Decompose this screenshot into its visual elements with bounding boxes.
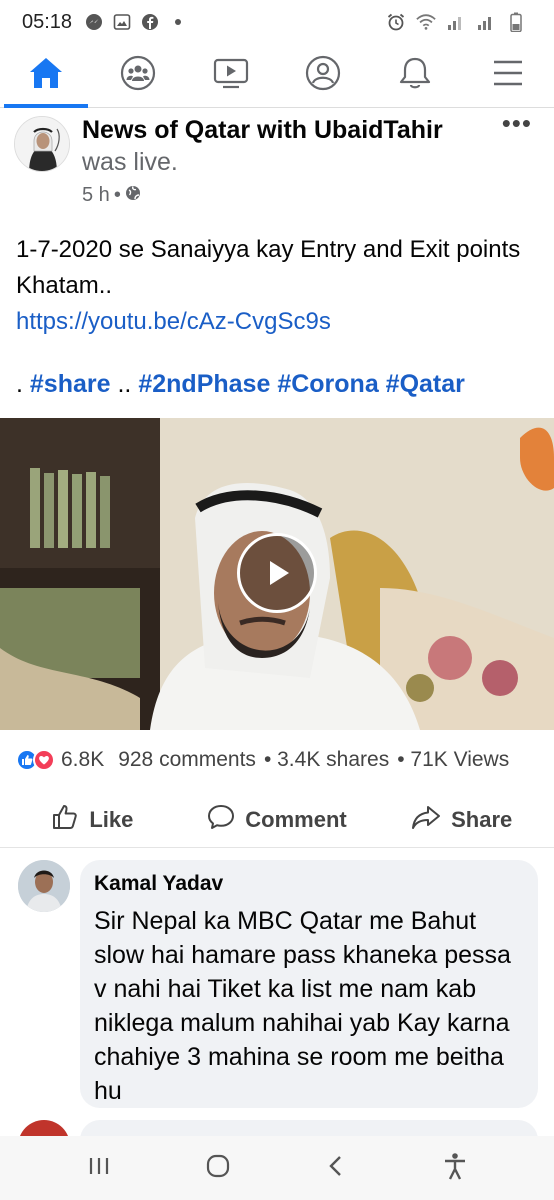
system-nav-bar [0,1136,554,1200]
tab-menu[interactable] [462,44,554,107]
profile-icon [305,55,341,96]
post-hashtags: . #share .. #2ndPhase #Corona #Qatar [16,370,465,399]
play-button[interactable] [237,533,317,613]
comment-text: Sir Nepal ka MBC Qatar me Bahut slow hai… [94,907,511,1105]
accessibility-icon [442,1152,468,1185]
post-header: News of Qatar with UbaidTahir was live. … [0,108,554,218]
like-label: Like [89,806,134,832]
like-button[interactable]: Like [0,792,185,847]
post-text: 1-7-2020 se Sanaiyya kay Entry and Exit … [16,236,521,299]
commenter-avatar[interactable] [18,860,70,912]
accessibility-button[interactable] [435,1148,475,1188]
shares-count[interactable]: • 3.4K shares [264,748,389,772]
watch-icon [213,56,249,95]
recents-icon [87,1155,111,1182]
page-avatar[interactable] [14,116,70,172]
recents-button[interactable] [79,1148,119,1188]
post-actions: Like Comment Share [0,792,554,848]
tab-groups[interactable] [92,44,184,107]
commenter-name[interactable]: Kamal Yadav [94,872,524,896]
signal-icon [446,12,466,32]
reaction-icons[interactable] [16,749,55,771]
hashtag-corona[interactable]: #Corona [277,370,378,398]
views-count: • 71K Views [397,748,510,771]
home-circle-icon [205,1153,231,1184]
meta-separator: • [113,184,121,206]
home-system-button[interactable] [198,1148,238,1188]
alarm-icon [386,12,406,32]
wifi-icon [416,12,436,32]
comment-bubble[interactable]: Kamal Yadav Sir Nepal ka MBC Qatar me Ba… [80,860,538,1108]
facebook-icon [140,12,160,32]
hashtag-share[interactable]: #share [30,370,111,398]
signal-icon-2 [476,12,496,32]
comment-label: Comment [245,806,347,832]
thumbs-up-icon [51,803,79,837]
hashtag-prefix: . [16,370,23,398]
share-label: Share [451,806,513,832]
reaction-stats: 6.8K 928 comments • 3.4K shares • 71K Vi… [16,744,541,776]
play-icon [270,561,289,585]
tab-notifications[interactable] [369,44,461,107]
post-action-text: was live. [82,148,178,176]
post-link[interactable]: https://youtu.be/cAz-CvgSc9s [16,304,541,340]
messenger-icon [84,12,104,32]
bell-icon [398,55,432,96]
dot-icon [168,12,188,32]
hashtag-qatar[interactable]: #Qatar [386,370,465,398]
status-time: 05:18 [22,10,73,33]
battery-icon [506,12,526,32]
tab-watch[interactable] [185,44,277,107]
more-options-button[interactable]: ••• [502,110,532,136]
comment-button[interactable]: Comment [185,792,370,847]
status-left-icons [84,12,188,32]
globe-icon [125,184,141,207]
comment-icon [207,803,235,837]
back-button[interactable] [316,1148,356,1188]
reaction-count[interactable]: 6.8K [61,748,104,772]
comments-count[interactable]: 928 comments [118,748,256,772]
post-body: 1-7-2020 se Sanaiyya kay Entry and Exit … [16,232,541,340]
post-time[interactable]: 5 h [82,184,110,207]
back-icon [326,1154,346,1183]
status-right-icons [386,12,526,32]
tab-home[interactable] [0,44,92,108]
status-bar: 05:18 [0,0,554,44]
hashtag-separator: .. [117,370,132,398]
top-nav [0,44,554,108]
comment-item: Kamal Yadav Sir Nepal ka MBC Qatar me Ba… [0,858,554,1108]
hashtag-2ndphase[interactable]: #2ndPhase [138,370,270,398]
share-icon [411,803,441,837]
groups-icon [120,55,156,96]
love-reaction-icon [33,749,55,771]
share-button[interactable]: Share [369,792,554,847]
post-meta: 5 h • [82,184,141,207]
menu-icon [492,59,524,92]
home-icon [28,56,64,95]
post-author[interactable]: News of Qatar with UbaidTahir [82,116,443,145]
photos-icon [112,12,132,32]
tab-profile[interactable] [277,44,369,107]
